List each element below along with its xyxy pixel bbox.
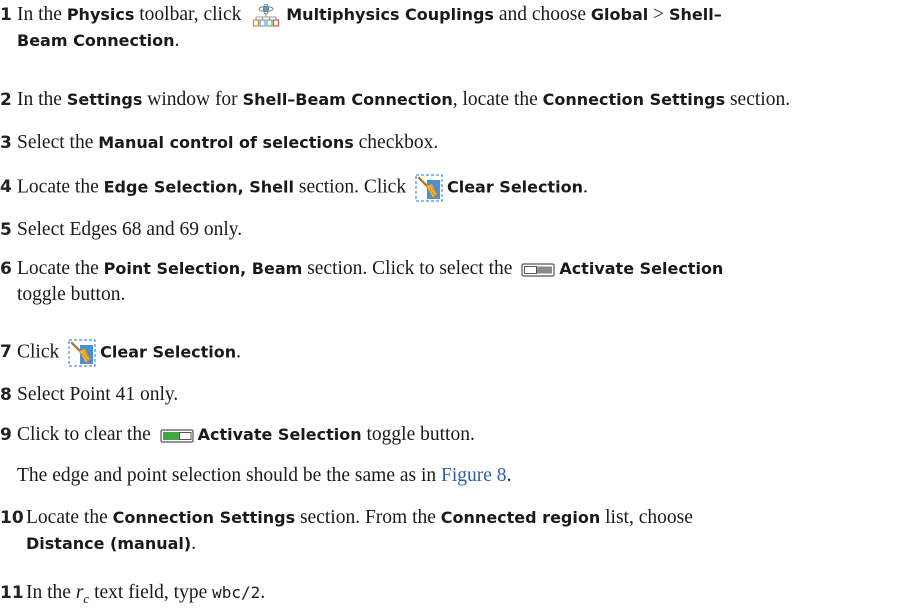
step-7: 7 Click Clear Selection. bbox=[0, 339, 908, 367]
step-4: 4 Locate the Edge Selection, Shell secti… bbox=[0, 174, 908, 202]
step-number: 9 bbox=[0, 425, 12, 445]
step-3: 3 Select the Manual control of selection… bbox=[0, 130, 908, 156]
step-number: 6 bbox=[0, 259, 12, 279]
step-number: 7 bbox=[0, 342, 12, 362]
step-number: 8 bbox=[0, 385, 12, 405]
step-6: 6 Locate the Point Selection, Beam secti… bbox=[0, 258, 724, 305]
step-number: 4 bbox=[0, 177, 12, 197]
step-11: 11 In the rc text field, type wbc/2. bbox=[0, 582, 266, 606]
multiphysics-couplings-icon bbox=[253, 3, 280, 27]
step-9: 9 Click to clear the Activate Selection … bbox=[0, 422, 908, 448]
step-number: 3 bbox=[0, 133, 12, 153]
clear-selection-icon bbox=[415, 174, 443, 202]
note-paragraph: The edge and point selection should be t… bbox=[17, 465, 512, 486]
step-number: 2 bbox=[0, 90, 12, 110]
figure-8-link[interactable]: Figure 8 bbox=[441, 465, 507, 486]
step-number: 11 bbox=[0, 583, 24, 603]
step-1: 1 In the Physics toolbar, click Multiphy… bbox=[0, 3, 722, 51]
activate-selection-off-icon bbox=[521, 262, 555, 277]
step-number: 1 bbox=[0, 5, 12, 25]
clear-selection-icon bbox=[68, 339, 96, 367]
step-5: 5 Select Edges 68 and 69 only. bbox=[0, 217, 908, 243]
code-value: wbc/2 bbox=[212, 583, 261, 602]
step-10: 10 Locate the Connection Settings sectio… bbox=[0, 507, 693, 554]
physics-toolbar-label: Physics bbox=[66, 5, 135, 24]
activate-selection-on-icon bbox=[160, 428, 194, 443]
step-2: 2 In the Settings window for Shell–Beam … bbox=[0, 87, 908, 113]
step-8: 8 Select Point 41 only. bbox=[0, 382, 908, 408]
rc-symbol: rc bbox=[75, 582, 90, 606]
multiphysics-couplings-label: Multiphysics Couplings bbox=[286, 5, 494, 24]
step-number: 10 bbox=[0, 508, 24, 528]
step-number: 5 bbox=[0, 220, 12, 240]
